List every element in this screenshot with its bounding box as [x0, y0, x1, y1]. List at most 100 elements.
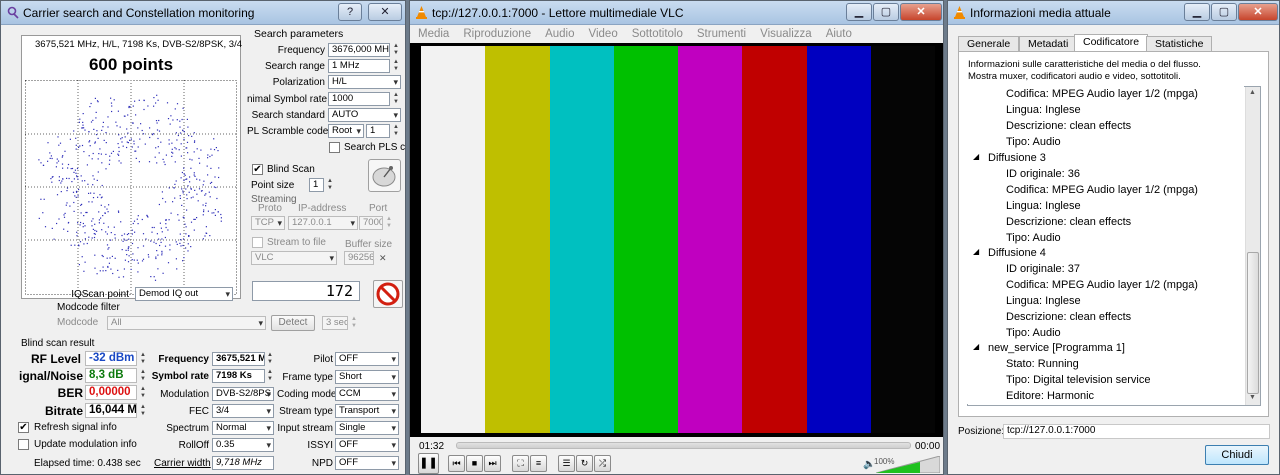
detect-button[interactable]: Detect — [271, 315, 315, 331]
blind-scan-checkbox[interactable]: ✔ — [252, 164, 263, 175]
point-size-input[interactable]: 1 — [309, 178, 324, 192]
update-modulation-checkbox[interactable] — [18, 439, 29, 450]
scroll-thumb[interactable] — [1247, 252, 1259, 394]
frequency-spinner[interactable]: ▲ ▼ — [391, 43, 401, 57]
volume-slider[interactable] — [876, 456, 940, 473]
search-standard-select[interactable]: AUTO — [328, 108, 401, 122]
constellation-point — [114, 234, 116, 236]
coding-mode-select[interactable]: CCM — [335, 387, 399, 401]
extended-settings-button[interactable]: ≡ — [530, 455, 547, 472]
input-stream-select[interactable]: Single — [335, 421, 399, 435]
port-spinner[interactable]: ▲ ▼ — [384, 216, 394, 230]
info-maximize-button[interactable]: ▢ — [1211, 3, 1237, 21]
point-size-spinner[interactable]: ▲ ▼ — [325, 178, 335, 192]
menu-riproduzione[interactable]: Riproduzione — [463, 28, 531, 40]
frame-type-select[interactable]: Short — [335, 370, 399, 384]
constellation-point — [174, 147, 176, 149]
satellite-dish-icon[interactable] — [368, 159, 401, 192]
tree-node[interactable]: new_service [Programma 1] — [988, 342, 1125, 354]
tab-statistiche[interactable]: Statistiche — [1146, 36, 1213, 52]
fullscreen-button[interactable]: ⛶ — [512, 455, 529, 472]
result-symbol-rate-spinner[interactable]: ▲ ▼ — [265, 369, 275, 383]
constellation-point — [121, 137, 123, 139]
rolloff-select[interactable]: 0.35 — [212, 438, 274, 452]
tree-node[interactable]: Diffusione 4 — [988, 247, 1046, 259]
menu-video[interactable]: Video — [589, 28, 618, 40]
constellation-point — [60, 191, 62, 193]
tree-line: Tipo: Audio — [1006, 327, 1061, 339]
modcode-select[interactable]: All — [107, 316, 266, 330]
polarization-select[interactable]: H/L — [328, 75, 401, 89]
chiudi-button[interactable]: Chiudi — [1205, 445, 1269, 465]
previous-button[interactable]: ⏮ — [448, 455, 465, 472]
pl-scramble-select[interactable]: Root — [328, 124, 364, 138]
min-symbol-rate-input[interactable]: 1000 — [328, 92, 390, 106]
spectrum-select[interactable]: Normal — [212, 421, 274, 435]
loop-button[interactable]: ↻ — [576, 455, 593, 472]
min-symbol-rate-spinner[interactable]: ▲ ▼ — [391, 92, 401, 106]
stream-type-select[interactable]: Transport — [335, 404, 399, 418]
help-button[interactable]: ? — [338, 3, 362, 21]
tab-generale[interactable]: Generale — [958, 36, 1020, 52]
tab-metadati[interactable]: Metadati — [1019, 36, 1078, 52]
tree-node[interactable]: Diffusione 3 — [988, 152, 1046, 164]
expand-arrow-icon[interactable]: ◢ — [973, 247, 979, 256]
expand-arrow-icon[interactable]: ◢ — [973, 152, 979, 161]
expand-arrow-icon[interactable]: ◢ — [973, 342, 979, 351]
menu-audio[interactable]: Audio — [545, 28, 574, 40]
info-minimize-button[interactable]: ▁ — [1184, 3, 1210, 21]
constellation-point — [181, 171, 183, 174]
menu-strumenti[interactable]: Strumenti — [697, 28, 746, 40]
pause-button[interactable]: ❚❚ — [418, 453, 439, 474]
vlc-close-button[interactable]: ✕ — [900, 3, 942, 21]
refresh-checkbox[interactable]: ✔ — [18, 422, 29, 433]
port-input[interactable]: 7000 — [359, 216, 383, 230]
menu-aiuto[interactable]: Aiuto — [826, 28, 852, 40]
info-close-button[interactable]: ✕ — [1238, 3, 1278, 21]
pl-scramble-number[interactable]: 1 — [366, 124, 390, 138]
position-field[interactable]: tcp://127.0.0.1:7000 — [1003, 424, 1270, 439]
scroll-up-arrow[interactable]: ▲ — [1249, 89, 1256, 96]
menu-sottotitolo[interactable]: Sottotitolo — [632, 28, 683, 40]
next-button[interactable]: ⏭ — [484, 455, 501, 472]
iqscan-select[interactable]: Demod IQ out — [135, 287, 233, 301]
constellation-point — [218, 176, 220, 179]
video-area[interactable] — [410, 43, 943, 437]
constellation-point — [207, 174, 209, 176]
search-pls-checkbox[interactable] — [329, 142, 340, 153]
stop-button[interactable]: ■ — [466, 455, 483, 472]
issyi-select[interactable]: OFF — [335, 438, 399, 452]
fec-select[interactable]: 3/4 — [212, 404, 274, 418]
frequency-input[interactable]: 3676,000 MHz — [328, 43, 390, 57]
buffer-size-info-icon[interactable]: ✕ — [379, 253, 387, 264]
search-range-spinner[interactable]: ▲ ▼ — [391, 59, 401, 73]
seek-bar[interactable] — [456, 442, 911, 449]
buffer-size-input[interactable]: 96256 — [344, 251, 374, 265]
scroll-down-arrow[interactable]: ▼ — [1249, 394, 1256, 401]
constellation-point — [193, 151, 195, 153]
detect-time-input[interactable]: 3 sec — [322, 316, 348, 330]
maximize-button[interactable]: ▢ — [873, 3, 899, 21]
shuffle-button[interactable]: ⤮ — [594, 455, 611, 472]
rf-level-label: RF Level — [30, 352, 81, 366]
modulation-select[interactable]: DVB-S2/8PS — [212, 387, 274, 401]
constellation-point — [78, 121, 80, 123]
tab-codificatore[interactable]: Codificatore — [1074, 34, 1149, 52]
stop-icon[interactable] — [373, 280, 403, 308]
menu-visualizza[interactable]: Visualizza — [760, 28, 812, 40]
stream-player-select[interactable]: VLC — [251, 251, 337, 265]
playlist-button[interactable]: ☰ — [558, 455, 575, 472]
ip-select[interactable]: 127.0.0.1 — [288, 216, 358, 230]
pl-scramble-spinner[interactable]: ▲ ▼ — [391, 124, 401, 138]
menu-media[interactable]: Media — [418, 28, 449, 40]
stream-to-file-checkbox[interactable] — [252, 237, 263, 248]
tree-scrollbar[interactable]: ▲ ▼ — [1245, 87, 1260, 405]
pilot-select[interactable]: OFF — [335, 352, 399, 366]
proto-select[interactable]: TCP — [251, 216, 285, 230]
close-button[interactable]: ✕ — [368, 3, 402, 21]
result-frequency-spinner[interactable]: ▲ ▼ — [265, 352, 275, 366]
npd-select[interactable]: OFF — [335, 456, 399, 470]
minimize-button[interactable]: ▁ — [846, 3, 872, 21]
detect-time-spinner[interactable]: ▲ ▼ — [349, 316, 359, 330]
search-range-input[interactable]: 1 MHz — [328, 59, 390, 73]
